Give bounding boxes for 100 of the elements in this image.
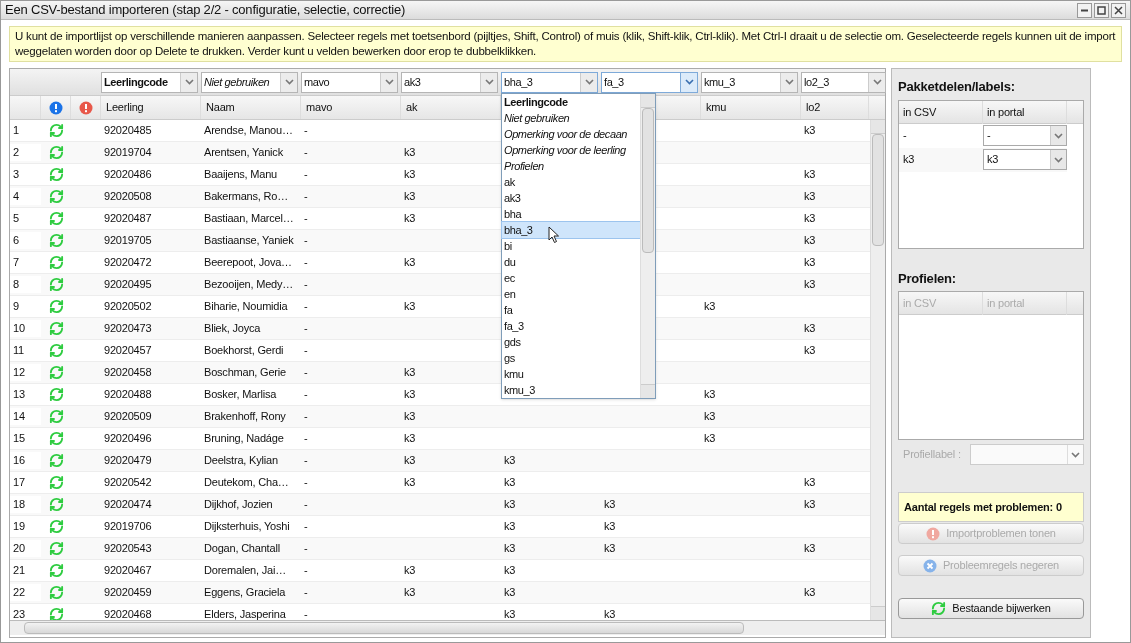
table-cell: k3 <box>704 388 716 401</box>
table-cell: k3 <box>404 564 416 577</box>
table-cell: 92020488 <box>104 388 152 401</box>
row-number: 14 <box>10 408 41 425</box>
table-cell: Deelstra, Kylian <box>204 454 278 467</box>
table-cell: 92020459 <box>104 586 152 599</box>
table-cell: - <box>304 498 308 511</box>
table-cell: - <box>304 608 308 620</box>
table-cell: 92020509 <box>104 410 152 423</box>
table-cell: Beerepoot, Jova… <box>204 256 292 269</box>
table-cell: k3 <box>404 256 416 269</box>
table-cell: 92020467 <box>104 564 152 577</box>
table-cell: Bosker, Marlisa <box>204 388 277 401</box>
table-cell: Boschman, Gerie <box>204 366 286 379</box>
table-cell: k3 <box>404 476 416 489</box>
table-cell: - <box>304 234 308 247</box>
select-value: mavo <box>303 74 331 90</box>
table-cell: k3 <box>404 366 416 379</box>
table-cell: Doremalen, Jai… <box>204 564 286 577</box>
table-cell: 92020486 <box>104 168 152 181</box>
table-cell: k3 <box>804 124 816 137</box>
table-cell: k3 <box>504 564 516 577</box>
row-number: 10 <box>10 320 41 337</box>
table-cell: k3 <box>504 454 516 467</box>
table-cell: k3 <box>804 190 816 203</box>
table-cell: k3 <box>404 146 416 159</box>
table-cell: - <box>304 322 308 335</box>
table-cell: 92020457 <box>104 344 152 357</box>
table-cell: k3 <box>804 234 816 247</box>
row-number: 12 <box>10 364 41 381</box>
table-cell: k3 <box>404 454 416 467</box>
table-cell: 92020473 <box>104 322 152 335</box>
table-cell: k3 <box>404 212 416 225</box>
select-value: Leerlingcode <box>103 74 169 90</box>
table-cell: - <box>304 168 308 181</box>
table-cell: - <box>304 300 308 313</box>
table-cell: - <box>304 124 308 137</box>
table-cell: 92020458 <box>104 366 152 379</box>
table-cell: - <box>304 476 308 489</box>
table-cell: - <box>304 344 308 357</box>
table-cell: Elders, Jasperina <box>204 608 286 620</box>
section-title: Pakketdelen/labels: <box>898 78 1016 96</box>
table-cell: k3 <box>804 168 816 181</box>
table-cell: Bastiaan, Marcel… <box>204 212 294 225</box>
table-cell: Bezooijen, Medy… <box>204 278 294 291</box>
table-cell: - <box>304 542 308 555</box>
table-cell: k3 <box>804 278 816 291</box>
table-cell: k3 <box>404 388 416 401</box>
table-cell: k3 <box>704 432 716 445</box>
table-cell: k3 <box>804 256 816 269</box>
table-cell: k3 <box>804 344 816 357</box>
table-cell: - <box>304 432 308 445</box>
row-number: 6 <box>10 232 41 249</box>
table-cell: 92020496 <box>104 432 152 445</box>
section-title: Profielen: <box>898 269 957 288</box>
table-cell: k3 <box>504 498 516 511</box>
select-value: fa_3 <box>603 74 625 90</box>
table-cell: k3 <box>704 410 716 423</box>
table-cell-text: k3 <box>902 152 916 168</box>
table-cell: 92020502 <box>104 300 152 313</box>
table-cell: k3 <box>404 586 416 599</box>
row-number: 20 <box>10 540 41 557</box>
table-cell: k3 <box>804 476 816 489</box>
table-cell: k3 <box>604 498 616 511</box>
table-cell: Brakenhoff, Rony <box>204 410 286 423</box>
table-cell: 92020508 <box>104 190 152 203</box>
table-cell: k3 <box>804 212 816 225</box>
table-cell: k3 <box>404 168 416 181</box>
table-cell: Bliek, Joyca <box>204 322 261 335</box>
table-cell: k3 <box>404 190 416 203</box>
table-cell: k3 <box>804 586 816 599</box>
table-cell: k3 <box>504 608 516 620</box>
row-number: 18 <box>10 496 41 513</box>
problem-count: Aantal regels met problemen: 0 <box>898 492 1084 522</box>
table-cell: k3 <box>504 542 516 555</box>
table-cell: 92020472 <box>104 256 152 269</box>
table-cell: - <box>304 366 308 379</box>
field-label: Profiellabel : <box>902 447 962 463</box>
table-cell: Arentsen, Yanick <box>204 146 283 159</box>
table-cell: Baaijens, Manu <box>204 168 278 181</box>
table-cell: Bastiaanse, Yaniek <box>204 234 294 247</box>
table-cell: - <box>304 388 308 401</box>
row-number: 8 <box>10 276 41 293</box>
table-cell: 92020468 <box>104 608 152 620</box>
select-value: kmu_3 <box>703 74 737 90</box>
table-cell: Biharie, Noumidia <box>204 300 288 313</box>
table-cell-text: - <box>902 128 908 144</box>
table-cell: - <box>304 256 308 269</box>
table-cell: k3 <box>404 432 416 445</box>
table-cell: k3 <box>404 410 416 423</box>
table-cell: Boekhorst, Gerdi <box>204 344 284 357</box>
row-number: 2 <box>10 144 41 161</box>
table-cell: - <box>304 146 308 159</box>
row-number: 4 <box>10 188 41 205</box>
table-cell: - <box>304 212 308 225</box>
table-cell: Dogan, Chantall <box>204 542 280 555</box>
table-cell: 92020479 <box>104 454 152 467</box>
table-cell: 92019705 <box>104 234 152 247</box>
table-cell: k3 <box>804 498 816 511</box>
select-value: ak3 <box>403 74 422 90</box>
